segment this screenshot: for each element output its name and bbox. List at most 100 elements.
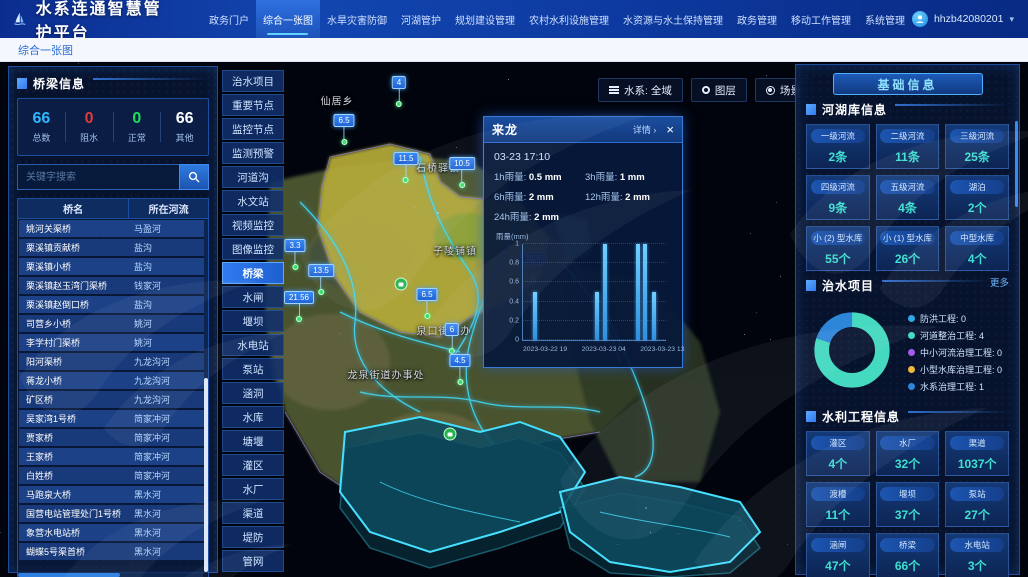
- info-card[interactable]: 湖泊2个: [945, 175, 1009, 220]
- popup-detail-link[interactable]: 详情 ›: [633, 123, 657, 136]
- layer-menu-item[interactable]: 水文站: [222, 190, 284, 212]
- nav-item[interactable]: 河湖管护: [394, 0, 448, 38]
- map-marker[interactable]: 4.5: [449, 354, 470, 385]
- nav-item[interactable]: 移动工作管理: [784, 0, 858, 38]
- layer-menu-item[interactable]: 水库: [222, 406, 284, 428]
- vertical-scrollbar-thumb[interactable]: [204, 378, 208, 572]
- layer-menu-item[interactable]: 涵洞: [222, 382, 284, 404]
- info-card[interactable]: 小 (1) 型水库26个: [876, 226, 940, 271]
- nav-item[interactable]: 综合一张图: [256, 0, 320, 38]
- map-marker[interactable]: 3.3: [284, 239, 305, 270]
- layer-menu-item[interactable]: 水电站: [222, 334, 284, 356]
- chevron-down-icon: ▾: [1009, 14, 1014, 25]
- map-marker[interactable]: 21.56: [284, 291, 314, 322]
- map-marker[interactable]: 11.5: [394, 152, 419, 183]
- table-row[interactable]: 马跑泉大桥黑水河: [19, 486, 207, 503]
- layer-menu-item[interactable]: 堰坝: [222, 310, 284, 332]
- more-link[interactable]: 更多: [990, 275, 1009, 289]
- nav-item[interactable]: 政务门户: [202, 0, 256, 38]
- user-menu[interactable]: hhzb42080201 ▾: [912, 11, 1028, 27]
- metric-label: 12h雨量:: [585, 192, 625, 203]
- close-icon[interactable]: ×: [666, 123, 674, 136]
- nav-item[interactable]: 水旱灾害防御: [320, 0, 394, 38]
- info-card[interactable]: 水电站3个: [945, 533, 1009, 577]
- table-row[interactable]: 蝴蝶5号渠首桥黑水河: [19, 543, 207, 560]
- layer-menu-item[interactable]: 治水项目: [222, 70, 284, 92]
- info-card[interactable]: 灌区4个: [806, 431, 870, 476]
- layer-menu-item[interactable]: 塘堰: [222, 430, 284, 452]
- layer-menu-item[interactable]: 河道沟: [222, 166, 284, 188]
- map-marker[interactable]: 10.5: [449, 157, 475, 188]
- info-card[interactable]: 二级河流11条: [876, 124, 940, 169]
- info-card[interactable]: 泵站27个: [945, 482, 1009, 527]
- info-card[interactable]: 水厂32个: [876, 431, 940, 476]
- layer-menu-item[interactable]: 重要节点: [222, 94, 284, 116]
- info-card[interactable]: 一级河流2条: [806, 124, 870, 169]
- map-control[interactable]: 水系: 全域: [598, 78, 683, 102]
- layer-menu-item[interactable]: 视频监控: [222, 214, 284, 236]
- table-row[interactable]: 阳河渠桥九龙沟河: [19, 353, 207, 370]
- table-row[interactable]: 司营乡小桥姚河: [19, 315, 207, 332]
- table-row[interactable]: 姚河关渠桥马盈河: [19, 220, 207, 237]
- layer-menu-item[interactable]: 监测预警: [222, 142, 284, 164]
- table-row[interactable]: 栗溪镇赵玉湾门渠桥钱家河: [19, 277, 207, 294]
- nav-item[interactable]: 规划建设管理: [448, 0, 522, 38]
- nav-item[interactable]: 水资源与水土保持管理: [616, 0, 730, 38]
- table-row[interactable]: 矿区桥九龙沟河: [19, 391, 207, 408]
- marker-pin-icon: [318, 289, 324, 295]
- nav-item[interactable]: 系统管理: [858, 0, 912, 38]
- layer-menu-item[interactable]: 水厂: [222, 478, 284, 500]
- donut-legend-item: 河道整治工程: 4: [908, 329, 1002, 342]
- camera-marker-icon[interactable]: [444, 428, 457, 441]
- right-panel-scrollbar-thumb[interactable]: [1015, 121, 1018, 207]
- search-button[interactable]: [179, 164, 209, 190]
- breadcrumb[interactable]: 综合一张图: [18, 42, 73, 58]
- search-input[interactable]: [17, 164, 179, 190]
- camera-marker-icon[interactable]: [395, 278, 408, 291]
- legend-dot-icon: [908, 366, 915, 373]
- info-card[interactable]: 五级河流4条: [876, 175, 940, 220]
- table-row[interactable]: 贾家桥简家冲河: [19, 429, 207, 446]
- table-row[interactable]: 吴家湾1号桥简家冲河: [19, 410, 207, 427]
- info-card[interactable]: 堰坝37个: [876, 482, 940, 527]
- column-header: 桥名: [18, 199, 128, 218]
- info-card[interactable]: 渡槽11个: [806, 482, 870, 527]
- layer-menu-item[interactable]: 管网: [222, 550, 284, 572]
- layer-menu-item[interactable]: 水闸: [222, 286, 284, 308]
- table-row[interactable]: 李学村门渠桥姚河: [19, 334, 207, 351]
- layer-menu-item[interactable]: 桥梁: [222, 262, 284, 284]
- info-card[interactable]: 桥梁66个: [876, 533, 940, 577]
- table-row[interactable]: 栗溪镇小桥盐沟: [19, 258, 207, 275]
- map-marker[interactable]: 6.5: [416, 288, 437, 319]
- layer-menu-item[interactable]: 堤防: [222, 526, 284, 548]
- table-row[interactable]: 国营电站管理处门1号桥黑水河: [19, 505, 207, 522]
- map-marker[interactable]: 4: [392, 76, 406, 107]
- vertical-scrollbar[interactable]: [204, 219, 208, 572]
- layer-menu-item[interactable]: 灌区: [222, 454, 284, 476]
- info-card[interactable]: 中型水库4个: [945, 226, 1009, 271]
- basic-info-button[interactable]: 基础信息: [833, 73, 983, 95]
- y-axis-tick: 1: [499, 241, 519, 248]
- horizontal-scrollbar-thumb[interactable]: [18, 573, 120, 577]
- table-row[interactable]: 王家桥简家冲河: [19, 448, 207, 465]
- horizontal-scrollbar[interactable]: [18, 573, 203, 577]
- info-card[interactable]: 涵闸47个: [806, 533, 870, 577]
- info-card[interactable]: 渠道1037个: [945, 431, 1009, 476]
- info-card[interactable]: 小 (2) 型水库55个: [806, 226, 870, 271]
- nav-item[interactable]: 农村水利设施管理: [522, 0, 616, 38]
- map-control[interactable]: 图层: [691, 78, 747, 102]
- map-marker[interactable]: 6: [445, 323, 459, 354]
- layer-menu-item[interactable]: 泵站: [222, 358, 284, 380]
- info-card[interactable]: 四级河流9条: [806, 175, 870, 220]
- nav-item[interactable]: 政务管理: [730, 0, 784, 38]
- table-row[interactable]: 栗溪镇贡献桥盐沟: [19, 239, 207, 256]
- table-row[interactable]: 白姓桥简家冲河: [19, 467, 207, 484]
- layer-menu-item[interactable]: 图像监控: [222, 238, 284, 260]
- map-marker[interactable]: 6.5: [333, 114, 354, 145]
- info-card[interactable]: 三级河流25条: [945, 124, 1009, 169]
- layer-menu-item[interactable]: 监控节点: [222, 118, 284, 140]
- layer-menu-item[interactable]: 渠道: [222, 502, 284, 524]
- table-row[interactable]: 蒋龙小桥九龙沟河: [19, 372, 207, 389]
- table-row[interactable]: 栗溪镇赵倒口桥盐沟: [19, 296, 207, 313]
- table-row[interactable]: 象营水电站桥黑水河: [19, 524, 207, 541]
